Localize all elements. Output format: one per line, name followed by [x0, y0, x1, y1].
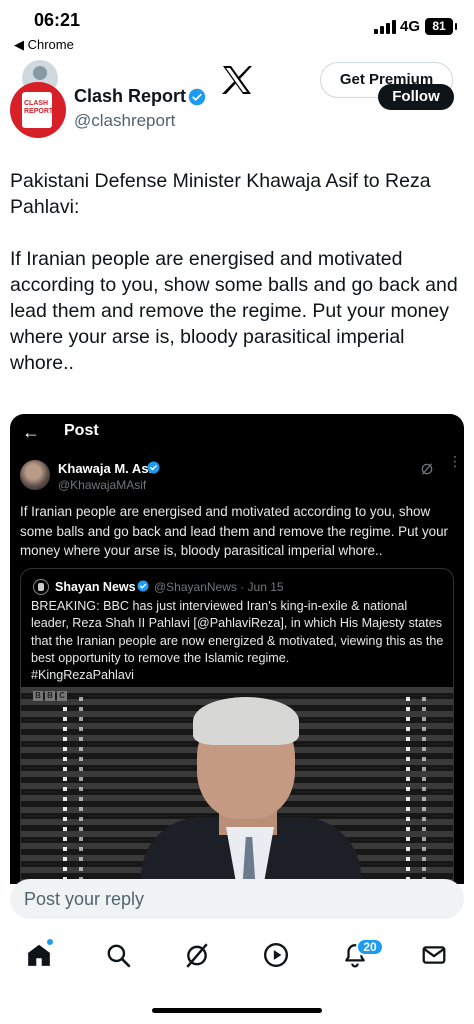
inner-verified-badge-icon	[147, 461, 160, 474]
messages-icon[interactable]	[421, 942, 451, 972]
reply-placeholder: Post your reply	[24, 889, 145, 909]
inner-author-avatar	[20, 460, 50, 490]
more-options-icon: ⋮	[448, 453, 462, 469]
author-avatar[interactable]: CLASH REPORT	[10, 82, 66, 138]
status-bar: 06:21 ◀ Chrome 4G 81	[0, 0, 474, 58]
tweet-text: Pakistani Defense Minister Khawaja Asif …	[10, 170, 458, 374]
inner-author-handle: @KhawajaMAsif	[58, 478, 147, 492]
video-thumbnail: B B C	[21, 687, 453, 884]
follow-button[interactable]: Follow	[378, 84, 454, 110]
quoted-post: Shayan News @ShayanNews · Jun 15 BREAKIN…	[20, 568, 454, 884]
quote-avatar	[33, 579, 49, 595]
search-icon[interactable]	[105, 942, 135, 972]
author-handle[interactable]: @clashreport	[74, 111, 175, 131]
signal-icon	[374, 20, 396, 34]
home-indicator[interactable]	[152, 1008, 322, 1013]
status-time: 06:21	[34, 10, 81, 30]
reply-input[interactable]: Post your reply	[10, 879, 464, 919]
quote-author-name: Shayan News	[55, 580, 136, 594]
home-unread-dot	[46, 938, 54, 946]
quote-author-handle: @ShayanNews · Jun 15	[154, 580, 284, 594]
grok-icon	[421, 463, 433, 475]
bottom-nav	[0, 938, 474, 978]
play-icon[interactable]	[263, 942, 293, 972]
inner-post-text: If Iranian people are energised and moti…	[20, 504, 449, 558]
inner-author-name: Khawaja M. Asif	[58, 461, 157, 476]
battery-icon: 81	[425, 18, 457, 35]
verified-badge-icon	[188, 88, 206, 106]
network-type: 4G	[400, 18, 421, 35]
quote-text: BREAKING: BBC has just interviewed Iran'…	[31, 599, 444, 683]
embedded-screenshot[interactable]: ← Post Khawaja M. Asif @KhawajaMAsif ⋮ I…	[10, 414, 464, 884]
author-name[interactable]: Clash Report	[74, 86, 186, 107]
arrow-left-icon: ←	[22, 422, 40, 442]
home-icon[interactable]	[26, 942, 56, 972]
grok-icon[interactable]	[184, 942, 214, 972]
notification-count-badge: 20	[356, 938, 384, 956]
avatar-logo-text: CLASH REPORT	[24, 100, 54, 115]
quote-verified-badge-icon	[137, 580, 149, 592]
bbc-logo: B B C	[33, 691, 67, 701]
back-to-chrome-link[interactable]: ◀ Chrome	[14, 37, 74, 53]
embed-page-title: Post	[64, 422, 99, 439]
x-logo-icon[interactable]	[220, 64, 254, 96]
